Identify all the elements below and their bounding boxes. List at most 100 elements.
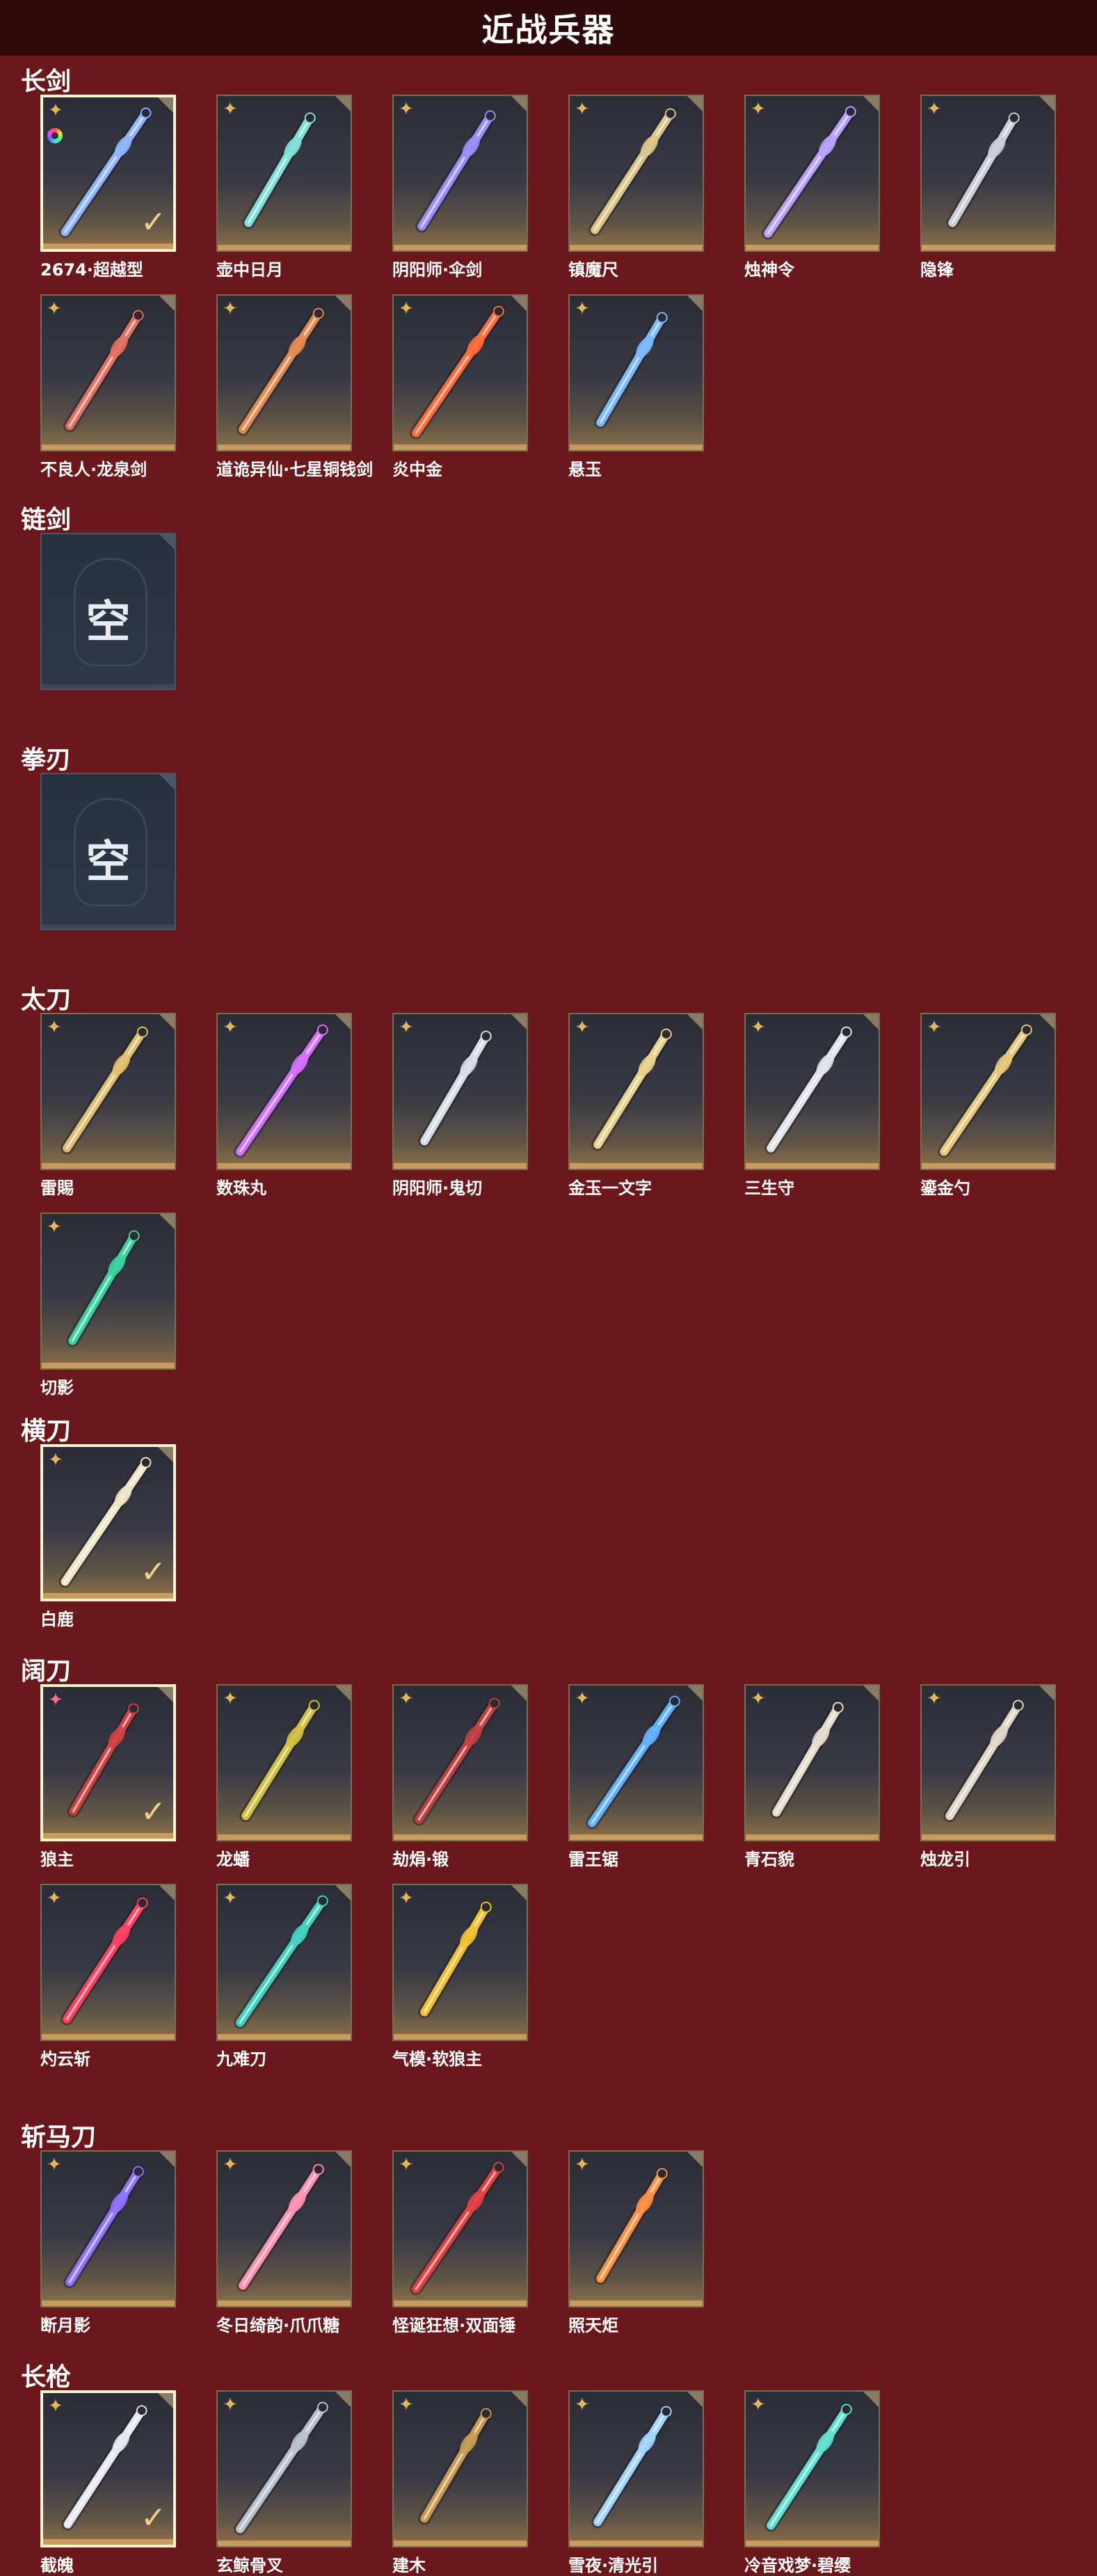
equipped-check-icon: ✓ — [141, 205, 166, 240]
weapon-card[interactable]: ✦ 鎏金勺 — [920, 1013, 1056, 1199]
weapon-name: 雪夜·清光引 — [568, 2556, 659, 2575]
weapon-frame: ✦ — [568, 2150, 704, 2307]
corner-tab-icon — [511, 1686, 527, 1701]
weapon-card[interactable]: ✦ 雷賜 — [40, 1013, 176, 1199]
corner-tab-icon — [1039, 1686, 1055, 1701]
weapon-card[interactable]: ✦ 镇魔尺 — [568, 95, 704, 280]
weapon-card[interactable]: ✦ 气模·软狼主 — [392, 1884, 528, 2070]
weapon-card[interactable]: ✦ 三生守 — [744, 1013, 880, 1199]
empty-slot-text: 空 — [86, 597, 131, 648]
corner-tab-icon — [511, 1885, 527, 1901]
weapon-name: 雷王锯 — [568, 1850, 618, 1869]
weapon-name: 青石貌 — [744, 1850, 794, 1869]
weapon-card[interactable]: ✦ 阴阳师·鬼切 — [392, 1013, 528, 1199]
rarity-star-icon: ✦ — [48, 1450, 63, 1471]
weapon-frame: 空 — [40, 773, 176, 930]
corner-tab-icon — [158, 1687, 173, 1702]
corner-tab-icon — [511, 296, 527, 311]
rarity-star-icon: ✦ — [927, 1688, 942, 1709]
rarity-star-icon: ✦ — [399, 1688, 414, 1709]
weapon-name: 数珠丸 — [216, 1178, 266, 1198]
weapon-card[interactable]: ✦ 切影 — [40, 1213, 176, 1398]
weapon-frame: ✦ — [744, 2390, 880, 2547]
rarity-star-icon: ✦ — [48, 100, 63, 121]
section-title: 长枪 — [21, 2363, 72, 2392]
weapon-card[interactable]: ✦ 道诡异仙·七星铜钱剑 — [216, 294, 374, 480]
corner-tab-icon — [335, 1885, 351, 1901]
empty-slot[interactable]: 空 — [40, 533, 176, 690]
weapon-frame: ✦ — [216, 294, 352, 451]
weapon-card[interactable]: ✦ 怪诞狂想·双面锤 — [392, 2150, 528, 2336]
weapon-card[interactable]: ✦ 九难刀 — [216, 1884, 352, 2070]
weapon-card[interactable]: ✦ 灼云斩 — [40, 1884, 176, 2070]
weapon-card[interactable]: ✦ 炎中金 — [392, 294, 528, 480]
weapon-frame: ✦ — [568, 2390, 704, 2547]
section-title: 拳刃 — [21, 746, 72, 774]
weapon-frame: ✦ — [920, 1684, 1056, 1841]
weapon-card[interactable]: ✦ ✓ 2674·超越型 — [40, 95, 176, 280]
weapon-card[interactable]: ✦ 建木 — [392, 2390, 528, 2576]
weapon-card[interactable]: ✦ 冬日绮韵·爪爪糖 — [216, 2150, 352, 2336]
weapon-frame: ✦ — [216, 1884, 352, 2041]
header-bar: 近战兵器 — [0, 0, 1097, 56]
corner-tab-icon — [1039, 96, 1055, 111]
weapon-frame: ✦ — [40, 294, 176, 451]
weapon-frame: ✦ ✓ — [40, 2390, 176, 2547]
weapon-card[interactable]: ✦ ✓ 狼主 — [40, 1684, 176, 1870]
weapon-card[interactable]: ✦ 雪夜·清光引 — [568, 2390, 704, 2576]
section-title: 斩马刀 — [21, 2123, 97, 2152]
weapon-name: 三生守 — [744, 1178, 794, 1198]
weapon-frame: 空 — [40, 533, 176, 690]
rarity-star-icon: ✦ — [47, 1888, 62, 1909]
weapon-name: 照天炬 — [568, 2316, 618, 2335]
weapon-name: 道诡异仙·七星铜钱剑 — [216, 460, 374, 479]
weapon-card[interactable]: ✦ 雷王锯 — [568, 1684, 704, 1870]
weapon-card[interactable]: ✦ 金玉一文字 — [568, 1013, 704, 1199]
corner-tab-icon — [335, 296, 351, 311]
rainbow-ring-icon — [47, 128, 63, 143]
rarity-star-icon: ✦ — [48, 2396, 63, 2417]
weapon-card[interactable]: ✦ ✓ 截魄 — [40, 2390, 176, 2576]
weapon-card[interactable]: ✦ 不良人·龙泉剑 — [40, 294, 176, 480]
corner-tab-icon — [158, 1447, 173, 1462]
weapon-card[interactable]: ✦ 玄鲸骨叉 — [216, 2390, 352, 2576]
weapon-frame: ✦ — [216, 1013, 352, 1170]
weapon-card[interactable]: ✦ 断月影 — [40, 2150, 176, 2336]
weapon-frame: ✦ — [40, 1213, 176, 1370]
weapon-frame: ✦ — [216, 2390, 352, 2547]
rarity-star-icon: ✦ — [751, 1017, 766, 1038]
weapon-card[interactable]: ✦ 青石貌 — [744, 1684, 880, 1870]
empty-slot[interactable]: 空 — [40, 773, 176, 930]
weapon-card[interactable]: ✦ 悬玉 — [568, 294, 704, 480]
corner-tab-icon — [159, 1214, 175, 1229]
corner-tab-icon — [158, 97, 173, 113]
weapon-card[interactable]: ✦ 照天炬 — [568, 2150, 704, 2336]
weapon-name: 白鹿 — [40, 1610, 74, 1629]
weapon-frame: ✦ ✓ — [40, 1444, 176, 1601]
weapon-card[interactable]: ✦ 数珠丸 — [216, 1013, 352, 1199]
weapon-frame: ✦ — [392, 1884, 528, 2041]
weapon-frame: ✦ — [568, 95, 704, 252]
corner-tab-icon — [863, 1014, 879, 1030]
weapon-frame: ✦ — [920, 95, 1056, 252]
weapon-card[interactable]: ✦ 隐锋 — [920, 95, 1056, 280]
weapon-card[interactable]: ✦ 烛龙引 — [920, 1684, 1056, 1870]
weapon-card[interactable]: ✦ 冷音戏梦·碧缨 — [744, 2390, 880, 2576]
section-title: 横刀 — [21, 1417, 72, 1446]
weapon-frame: ✦ — [392, 2150, 528, 2307]
weapon-card[interactable]: ✦ 烛神令 — [744, 95, 880, 280]
weapon-name: 怪诞狂想·双面锤 — [392, 2316, 516, 2335]
corner-tab-icon — [511, 2392, 527, 2407]
weapon-card[interactable]: ✦ 壶中日月 — [216, 95, 352, 280]
weapon-name: 断月影 — [40, 2316, 90, 2335]
weapon-name: 镇魔尺 — [568, 260, 618, 280]
weapon-name: 冬日绮韵·爪爪糖 — [216, 2316, 340, 2335]
weapon-frame: ✦ — [392, 95, 528, 252]
weapon-card[interactable]: ✦ 龙蟠 — [216, 1684, 352, 1870]
rarity-star-icon: ✦ — [47, 298, 62, 319]
section-title: 太刀 — [21, 986, 72, 1014]
weapon-card[interactable]: ✦ 阴阳师·伞剑 — [392, 95, 528, 280]
weapon-card[interactable]: ✦ ✓ 白鹿 — [40, 1444, 176, 1630]
weapon-card[interactable]: ✦ 劫焆·锻 — [392, 1684, 528, 1870]
weapon-frame: ✦ — [392, 1013, 528, 1170]
